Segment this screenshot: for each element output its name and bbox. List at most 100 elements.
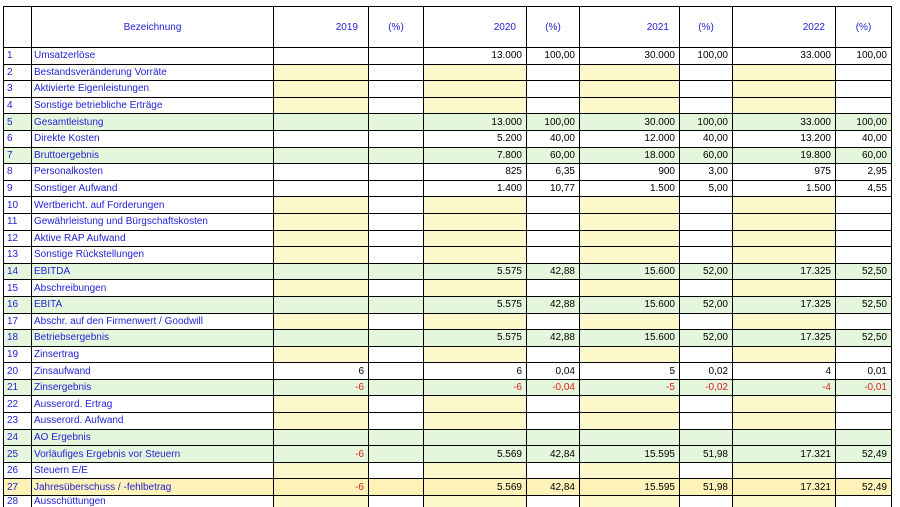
table-row: 17Abschr. auf den Firmenwert / Goodwill	[4, 313, 892, 330]
value-cell[interactable]	[424, 413, 527, 430]
value-cell[interactable]	[424, 230, 527, 247]
pct-cell	[680, 64, 733, 81]
value-cell[interactable]	[424, 97, 527, 114]
row-number: 2	[4, 64, 32, 81]
row-label: Gesamtleistung	[32, 114, 274, 131]
value-cell[interactable]	[274, 413, 369, 430]
value-cell[interactable]	[580, 346, 680, 363]
pct-cell: 6,35	[527, 164, 580, 181]
value-cell[interactable]	[424, 247, 527, 264]
pct-cell	[527, 396, 580, 413]
value-cell: 15.600	[580, 296, 680, 313]
pct-cell	[369, 230, 424, 247]
value-cell[interactable]	[733, 64, 836, 81]
value-cell[interactable]	[424, 313, 527, 330]
table-row: 21Zinsergebnis-6-6-0,04-5-0,02-4-0,01	[4, 379, 892, 396]
row-number: 26	[4, 462, 32, 479]
value-cell[interactable]	[580, 280, 680, 297]
pct-cell: 52,49	[836, 479, 892, 496]
pct-cell	[527, 97, 580, 114]
value-cell[interactable]	[424, 462, 527, 479]
value-cell[interactable]	[733, 413, 836, 430]
pct-cell	[680, 413, 733, 430]
value-cell[interactable]	[274, 313, 369, 330]
value-cell[interactable]	[580, 396, 680, 413]
row-label: Wertbericht. auf Forderungen	[32, 197, 274, 214]
value-cell[interactable]	[274, 81, 369, 98]
value-cell[interactable]	[733, 496, 836, 507]
pct-cell: 52,00	[680, 296, 733, 313]
value-cell[interactable]	[424, 346, 527, 363]
value-cell[interactable]	[580, 213, 680, 230]
pct-cell	[369, 313, 424, 330]
header-2020: 2020	[424, 7, 527, 48]
value-cell[interactable]	[274, 197, 369, 214]
value-cell[interactable]	[733, 197, 836, 214]
table-row: 3Aktivierte Eigenleistungen	[4, 81, 892, 98]
value-cell[interactable]	[424, 64, 527, 81]
value-cell: 5.569	[424, 479, 527, 496]
value-cell[interactable]	[733, 346, 836, 363]
row-number: 25	[4, 446, 32, 463]
value-cell[interactable]	[733, 280, 836, 297]
value-cell[interactable]	[733, 462, 836, 479]
value-cell: 15.600	[580, 263, 680, 280]
value-cell[interactable]	[424, 396, 527, 413]
value-cell[interactable]	[274, 346, 369, 363]
pct-cell: 52,00	[680, 330, 733, 347]
value-cell[interactable]	[274, 496, 369, 507]
value-cell	[274, 263, 369, 280]
value-cell	[274, 429, 369, 446]
value-cell[interactable]	[580, 496, 680, 507]
table-row: 9Sonstiger Aufwand1.40010,771.5005,001.5…	[4, 180, 892, 197]
value-cell[interactable]	[733, 97, 836, 114]
value-cell[interactable]	[580, 64, 680, 81]
table-row: 24AO Ergebnis	[4, 429, 892, 446]
row-label: Sonstige betriebliche Erträge	[32, 97, 274, 114]
value-cell[interactable]	[580, 413, 680, 430]
value-cell[interactable]	[424, 197, 527, 214]
pct-cell	[527, 280, 580, 297]
value-cell[interactable]	[274, 213, 369, 230]
pct-cell: 40,00	[527, 130, 580, 147]
value-cell[interactable]	[733, 247, 836, 264]
pct-cell	[836, 346, 892, 363]
value-cell[interactable]	[580, 462, 680, 479]
pct-cell: 42,84	[527, 479, 580, 496]
value-cell[interactable]	[274, 97, 369, 114]
value-cell[interactable]	[733, 230, 836, 247]
value-cell: 5	[580, 363, 680, 380]
value-cell[interactable]	[424, 496, 527, 507]
row-label: Aktive RAP Aufwand	[32, 230, 274, 247]
value-cell[interactable]	[274, 64, 369, 81]
row-number: 1	[4, 48, 32, 65]
value-cell[interactable]	[733, 313, 836, 330]
value-cell[interactable]	[580, 81, 680, 98]
value-cell[interactable]	[580, 97, 680, 114]
value-cell[interactable]	[733, 213, 836, 230]
pct-cell: 0,02	[680, 363, 733, 380]
value-cell[interactable]	[274, 462, 369, 479]
value-cell[interactable]	[274, 280, 369, 297]
pct-cell	[369, 48, 424, 65]
value-cell[interactable]	[274, 396, 369, 413]
row-label: Vorläufiges Ergebnis vor Steuern	[32, 446, 274, 463]
table-row: 22Ausserord. Ertrag	[4, 396, 892, 413]
value-cell[interactable]	[424, 81, 527, 98]
row-label: Direkte Kosten	[32, 130, 274, 147]
value-cell[interactable]	[580, 230, 680, 247]
table-row: 15Abschreibungen	[4, 280, 892, 297]
pct-cell: 100,00	[836, 48, 892, 65]
row-label: Jahresüberschuss / -fehlbetrag	[32, 479, 274, 496]
value-cell[interactable]	[580, 197, 680, 214]
value-cell[interactable]	[733, 396, 836, 413]
pct-cell	[369, 147, 424, 164]
value-cell[interactable]	[424, 213, 527, 230]
value-cell[interactable]	[274, 230, 369, 247]
value-cell[interactable]	[424, 280, 527, 297]
value-cell[interactable]	[274, 247, 369, 264]
value-cell[interactable]	[580, 313, 680, 330]
value-cell[interactable]	[580, 247, 680, 264]
value-cell[interactable]	[733, 81, 836, 98]
pct-cell	[527, 313, 580, 330]
